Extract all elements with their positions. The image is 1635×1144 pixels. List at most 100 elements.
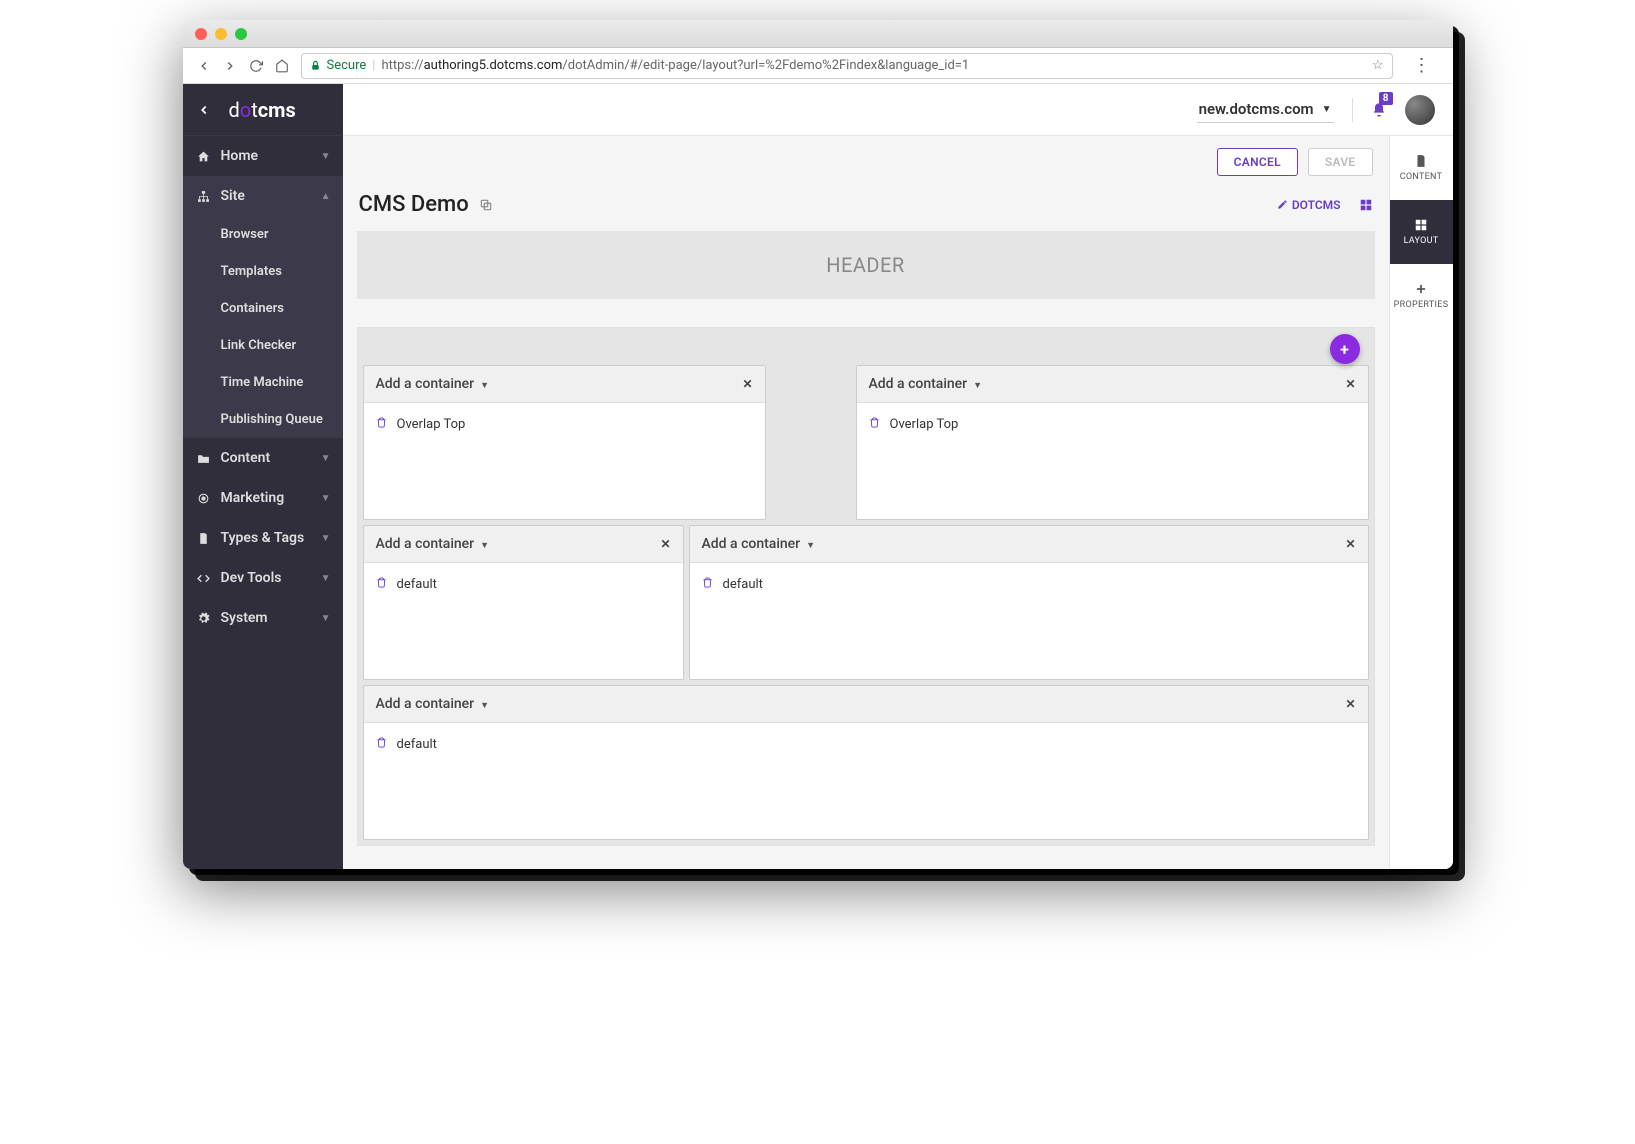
- layout-column: Add a container▼ ✕ Overlap Top: [363, 365, 766, 520]
- sidebar-item-containers[interactable]: Containers: [183, 290, 343, 327]
- chevron-down-icon: ▼: [480, 381, 489, 391]
- sidebar-item-publishing-queue[interactable]: Publishing Queue: [183, 401, 343, 438]
- header-section: HEADER: [357, 231, 1375, 299]
- browser-window: Secure | https://authoring5.dotcms.com/d…: [183, 20, 1453, 869]
- titlebar: [183, 20, 1453, 48]
- trash-icon[interactable]: [376, 417, 387, 428]
- chevron-down-icon: ▼: [1322, 104, 1332, 115]
- remove-column-icon[interactable]: ✕: [742, 377, 752, 391]
- sidebar-item-home[interactable]: Home ▼: [183, 136, 343, 176]
- add-container-dropdown[interactable]: Add a container▼: [376, 536, 490, 552]
- minimize-window-icon[interactable]: [215, 28, 227, 40]
- right-rail: CONTENT LAYOUT PROPERTIES: [1389, 136, 1453, 869]
- add-container-dropdown[interactable]: Add a container▼: [869, 376, 983, 392]
- rail-item-label: PROPERTIES: [1394, 300, 1449, 310]
- sidebar-item-time-machine[interactable]: Time Machine: [183, 364, 343, 401]
- forward-icon[interactable]: [223, 59, 237, 73]
- gear-icon: [197, 612, 211, 625]
- rail-item-label: CONTENT: [1400, 172, 1443, 182]
- content-item: default: [397, 737, 437, 752]
- url-text: https://authoring5.dotcms.com/dotAdmin/#…: [381, 58, 969, 73]
- code-icon: [197, 572, 211, 585]
- sidebar: dotcms Home ▼ Site ▲ Browser Templates C…: [183, 84, 343, 869]
- canvas: CANCEL SAVE CMS Demo: [343, 136, 1389, 869]
- bookmark-star-icon[interactable]: ☆: [1372, 58, 1384, 73]
- home-icon[interactable]: [275, 59, 289, 73]
- save-button: SAVE: [1308, 148, 1373, 176]
- reload-icon[interactable]: [249, 59, 263, 73]
- column-header: Add a container▼ ✕: [364, 526, 683, 563]
- remove-column-icon[interactable]: ✕: [1345, 537, 1355, 551]
- sidebar-item-label: Home: [221, 148, 259, 164]
- content-wrap: CANCEL SAVE CMS Demo: [343, 136, 1453, 869]
- sidebar-item-link-checker[interactable]: Link Checker: [183, 327, 343, 364]
- content-item: Overlap Top: [890, 417, 959, 432]
- site-selector[interactable]: new.dotcms.com ▼: [1197, 96, 1334, 123]
- sidebar-item-site[interactable]: Site ▲: [183, 176, 343, 216]
- column-body: default: [364, 723, 1368, 766]
- page-header: CMS Demo DOTCMS: [357, 188, 1375, 231]
- add-container-dropdown[interactable]: Add a container▼: [702, 536, 816, 552]
- grid-icon: [1414, 218, 1428, 232]
- sidebar-item-marketing[interactable]: Marketing ▼: [183, 478, 343, 518]
- remove-column-icon[interactable]: ✕: [660, 537, 670, 551]
- content-item: Overlap Top: [397, 417, 466, 432]
- trash-icon[interactable]: [702, 577, 713, 588]
- back-icon[interactable]: [197, 59, 211, 73]
- browser-menu-icon[interactable]: ⋮: [1405, 55, 1439, 76]
- column-header: Add a container▼ ✕: [690, 526, 1368, 563]
- chevron-up-icon: ▲: [321, 191, 331, 202]
- layout-column: Add a container▼ ✕ Overlap Top: [856, 365, 1369, 520]
- sidebar-item-label: Types & Tags: [221, 530, 305, 546]
- url-bar[interactable]: Secure | https://authoring5.dotcms.com/d…: [301, 53, 1393, 79]
- maximize-window-icon[interactable]: [235, 28, 247, 40]
- rail-item-properties[interactable]: PROPERTIES: [1390, 264, 1453, 328]
- user-avatar[interactable]: [1405, 95, 1435, 125]
- window-controls: [195, 28, 247, 40]
- document-icon: [197, 532, 211, 545]
- column-header: Add a container▼ ✕: [364, 366, 765, 403]
- cancel-button[interactable]: CANCEL: [1217, 148, 1298, 176]
- layout-row: Add a container▼ ✕ default Ad: [363, 525, 1369, 680]
- trash-icon[interactable]: [869, 417, 880, 428]
- add-container-dropdown[interactable]: Add a container▼: [376, 696, 490, 712]
- remove-column-icon[interactable]: ✕: [1345, 697, 1355, 711]
- page-title: CMS Demo: [359, 192, 493, 217]
- column-body: default: [364, 563, 683, 606]
- sidebar-item-browser[interactable]: Browser: [183, 216, 343, 253]
- sidebar-item-templates[interactable]: Templates: [183, 253, 343, 290]
- remove-column-icon[interactable]: ✕: [1345, 377, 1355, 391]
- layout-grid-icon[interactable]: [1359, 198, 1373, 212]
- browser-toolbar: Secure | https://authoring5.dotcms.com/d…: [183, 48, 1453, 84]
- close-window-icon[interactable]: [195, 28, 207, 40]
- sidebar-item-types-tags[interactable]: Types & Tags ▼: [183, 518, 343, 558]
- add-container-dropdown[interactable]: Add a container▼: [376, 376, 490, 392]
- home-icon: [197, 150, 211, 163]
- chevron-down-icon: ▼: [321, 613, 331, 624]
- rail-item-content[interactable]: CONTENT: [1390, 136, 1453, 200]
- sidebar-item-content[interactable]: Content ▼: [183, 438, 343, 478]
- notifications-icon[interactable]: 8: [1371, 102, 1387, 118]
- brand-tag[interactable]: DOTCMS: [1277, 198, 1341, 212]
- site-name: new.dotcms.com: [1199, 100, 1314, 118]
- chevron-down-icon: ▼: [321, 453, 331, 464]
- rail-item-layout[interactable]: LAYOUT: [1390, 200, 1453, 264]
- copy-icon[interactable]: [479, 198, 493, 212]
- chevron-down-icon: ▼: [321, 151, 331, 162]
- layout-row: Add a container▼ ✕ default: [363, 685, 1369, 840]
- sidebar-item-dev-tools[interactable]: Dev Tools ▼: [183, 558, 343, 598]
- app: dotcms Home ▼ Site ▲ Browser Templates C…: [183, 84, 1453, 869]
- add-row-button[interactable]: +: [1330, 334, 1360, 364]
- content-item: default: [397, 577, 437, 592]
- sidebar-item-label: Content: [221, 450, 271, 466]
- column-header: Add a container▼ ✕: [364, 686, 1368, 723]
- column-body: Overlap Top: [857, 403, 1368, 446]
- chevron-down-icon: ▼: [321, 533, 331, 544]
- chevron-down-icon: ▼: [973, 381, 982, 391]
- trash-icon[interactable]: [376, 737, 387, 748]
- trash-icon[interactable]: [376, 577, 387, 588]
- plus-icon: [1414, 282, 1428, 296]
- rail-item-label: LAYOUT: [1404, 236, 1439, 246]
- sidebar-back-icon[interactable]: [197, 103, 211, 117]
- sidebar-item-system[interactable]: System ▼: [183, 598, 343, 638]
